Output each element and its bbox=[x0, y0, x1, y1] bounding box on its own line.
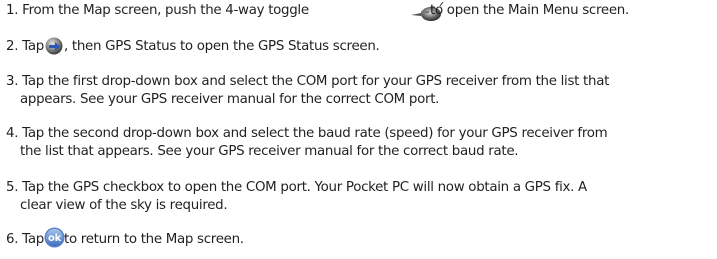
step-2-line-1-tail: , then GPS Status to open the GPS Status… bbox=[64, 39, 380, 55]
step-4-line-1: 4. Tap the second drop-down box and sele… bbox=[6, 126, 608, 142]
step-2-text-a: Tap bbox=[22, 39, 44, 54]
step-3-text-a: Tap the first drop-down box and select t… bbox=[22, 74, 610, 89]
step-3-line-2: appears. See your GPS receiver manual fo… bbox=[20, 92, 439, 108]
step-4-line-2: the list that appears. See your GPS rece… bbox=[20, 144, 519, 160]
step-1-text-b: to open the Main Menu screen. bbox=[430, 3, 629, 18]
step-5-line-2: clear view of the sky is required. bbox=[20, 198, 228, 214]
step-3-line-1: 3. Tap the first drop-down box and selec… bbox=[6, 74, 609, 90]
ok-button-icon: ok bbox=[44, 227, 65, 248]
step-2-number: 2. bbox=[6, 39, 19, 54]
step-1-line-1: 1. From the Map screen, push the 4-way t… bbox=[6, 3, 309, 19]
step-6-number: 6. bbox=[6, 232, 19, 247]
step-5-number: 5. bbox=[6, 180, 19, 195]
step-4-number: 4. bbox=[6, 126, 19, 141]
step-6-line-1-tail: to return to the Map screen. bbox=[64, 232, 244, 248]
step-4-text-b: the list that appears. See your GPS rece… bbox=[20, 144, 519, 159]
step-6-line-1: 6. Tap bbox=[6, 232, 44, 248]
step-5-line-1: 5. Tap the GPS checkbox to open the COM … bbox=[6, 180, 587, 196]
step-1-line-1-tail: to open the Main Menu screen. bbox=[430, 3, 629, 19]
step-3-text-b: appears. See your GPS receiver manual fo… bbox=[20, 92, 440, 107]
ok-label: ok bbox=[48, 233, 62, 244]
step-5-text-a: Tap the GPS checkbox to open the COM por… bbox=[22, 180, 587, 195]
step-6-text-a: Tap bbox=[22, 232, 44, 247]
step-5-text-b: clear view of the sky is required. bbox=[20, 198, 228, 213]
step-1-text-a: From the Map screen, push the 4-way togg… bbox=[22, 3, 309, 18]
step-6-text-b: to return to the Map screen. bbox=[64, 232, 244, 247]
step-4-text-a: Tap the second drop-down box and select … bbox=[22, 126, 608, 141]
step-1-number: 1. bbox=[6, 3, 19, 18]
menu-arrow-icon bbox=[45, 37, 63, 55]
step-2-line-1: 2. Tap bbox=[6, 39, 44, 55]
step-2-text-b: , then GPS Status to open the GPS Status… bbox=[64, 39, 380, 54]
step-3-number: 3. bbox=[6, 74, 19, 89]
